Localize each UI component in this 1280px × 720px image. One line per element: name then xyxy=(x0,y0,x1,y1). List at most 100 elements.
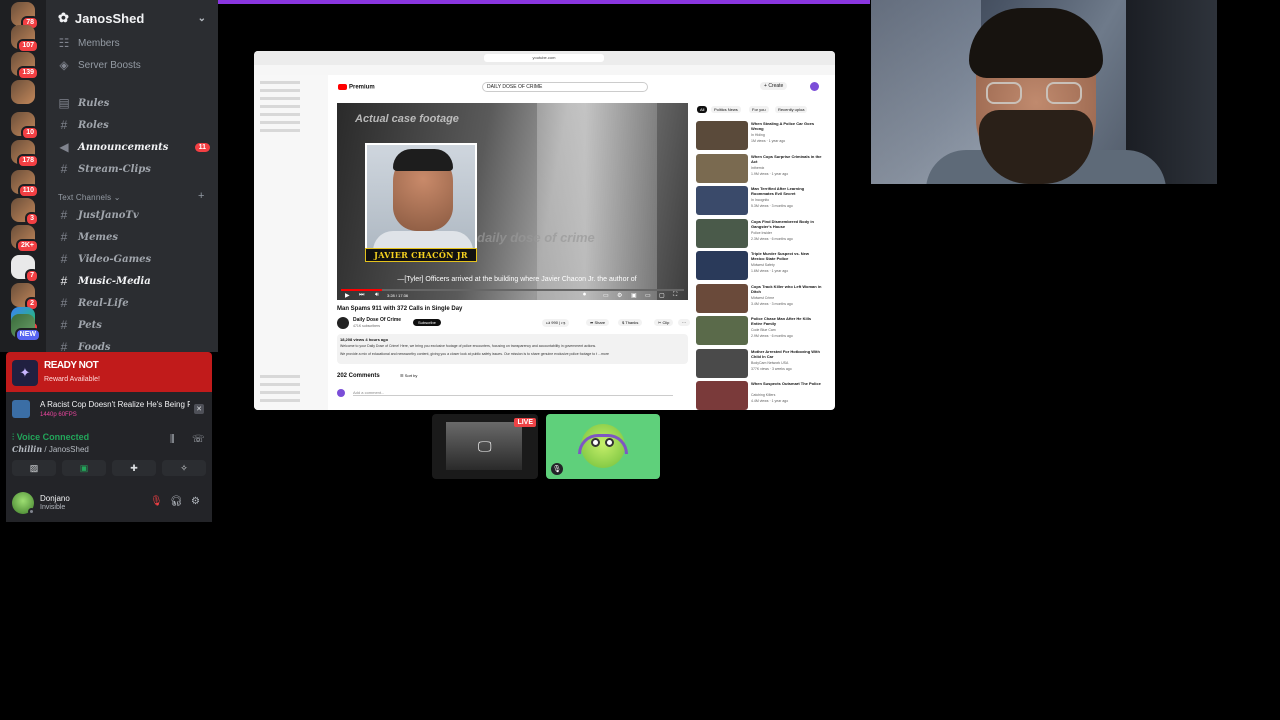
channel-pets[interactable]: # Pets xyxy=(54,315,210,335)
play-icon[interactable]: ▶ xyxy=(345,292,350,299)
youtube-search-input[interactable]: DAILY DOSE OF CRIME xyxy=(482,82,648,92)
recommended-video[interactable]: Cops Track Killer who Left Woman in Ditc… xyxy=(696,283,828,314)
comment-input[interactable]: Add a comment... xyxy=(353,390,673,396)
soundboard-button[interactable]: ✧ xyxy=(162,460,206,476)
server-icon[interactable]: 10 xyxy=(11,112,39,140)
miniplayer-icon[interactable]: ▣ xyxy=(631,292,637,299)
create-button[interactable]: + Create xyxy=(760,82,788,90)
disconnect-icon[interactable]: ☏ xyxy=(192,434,205,445)
camera-off-button[interactable]: ▨ xyxy=(12,460,56,476)
player-controls: ▶ ⏭ 🔊︎ 3:28 / 17:36 ⏺ ▭ ⚙ ▣ ▭ ▢ ⛶ xyxy=(337,289,688,300)
recommended-channel: Inthemix xyxy=(751,165,765,170)
channel-avatar[interactable] xyxy=(337,317,349,329)
video-player[interactable]: Actual case footage daily dose of crime … xyxy=(337,103,688,300)
account-avatar[interactable] xyxy=(810,82,819,91)
server-icon[interactable]: 2 xyxy=(11,283,39,311)
video-time: 3:28 / 17:36 xyxy=(387,293,409,298)
headphones-icon[interactable]: 🎧︎ xyxy=(170,496,183,507)
server-icon[interactable]: 7 xyxy=(11,255,39,283)
description-line: Welcome to your Daily Dose of Crime! Her… xyxy=(340,344,597,348)
create-label: Create xyxy=(768,83,784,89)
server-header[interactable]: ✿ JanosShed ⌄ xyxy=(46,0,218,36)
channel-label: Announcements xyxy=(78,141,169,153)
channel-justjanotv[interactable]: # JustJanoTv xyxy=(54,205,210,225)
server-icon[interactable] xyxy=(11,80,35,104)
channel-real-life[interactable]: # Real-Life xyxy=(54,293,210,313)
server-icon[interactable]: 110 xyxy=(11,170,39,198)
add-comment[interactable]: Add a comment... xyxy=(337,388,688,398)
recommended-video[interactable]: Man Terrified After Learning Roommates E… xyxy=(696,186,828,216)
channel-memes[interactable]: # Memes xyxy=(54,227,210,247)
category-text-channels[interactable]: Text Channels ⌄ xyxy=(58,193,121,202)
sort-by-button[interactable]: ☰ Sort by xyxy=(400,373,417,378)
shared-screen-youtube[interactable]: youtube.com Premium DAILY DOSE OF CRIME … xyxy=(254,51,835,410)
recommended-video[interactable]: When Suspects Outsmart The Police Catchin… xyxy=(696,381,828,410)
add-channel-icon[interactable]: + xyxy=(198,190,204,202)
chip-politics-news[interactable]: Politics News xyxy=(711,106,741,113)
stream-activity[interactable]: A Racist Cop Doesn't Realize He's Being … xyxy=(12,398,206,422)
server-icon[interactable]: 2K+ xyxy=(11,225,39,253)
chip-recently-uploaded[interactable]: Recently uploa xyxy=(775,106,808,113)
chip-all[interactable]: All xyxy=(697,106,708,113)
video-description[interactable]: 18,208 views 4 hours ago Welcome to your… xyxy=(337,334,688,364)
recommended-video[interactable]: Police Chase Man After He Kills Entire F… xyxy=(696,316,828,346)
mute-icon[interactable]: 🎙︎ xyxy=(150,496,163,507)
server-icon[interactable]: 3 xyxy=(11,198,39,226)
activities-button[interactable]: ✚ xyxy=(112,460,156,476)
signal-icon: ⫶ xyxy=(12,432,15,442)
live-stream-tile[interactable]: 🖵︎ LIVE xyxy=(432,414,538,479)
subtitles-icon[interactable]: ▭ xyxy=(603,292,609,299)
channel-music-media[interactable]: # Music-Media xyxy=(54,271,210,291)
more-actions-icon[interactable]: ⋯ xyxy=(678,319,690,326)
settings-icon[interactable]: ⚙ xyxy=(617,292,622,299)
autoplay-icon[interactable]: ⏺ xyxy=(583,292,586,299)
channel-name[interactable]: Daily Dose Of Crime xyxy=(353,317,401,323)
channel-video-games[interactable]: # Video-Games xyxy=(54,249,210,269)
next-icon[interactable]: ⏭ xyxy=(359,292,364,299)
members-item[interactable]: ☷ Members xyxy=(54,33,210,53)
like-button[interactable]: 👍︎ 990 | 👎︎ xyxy=(542,319,570,327)
soundboard-icon: ✧ xyxy=(180,462,188,473)
chip-for-you[interactable]: For you xyxy=(749,106,769,113)
youtube-logo[interactable]: Premium xyxy=(338,84,375,91)
recommended-title: Cops Find Dismembered Body in Gangster's… xyxy=(751,218,814,229)
clip-button[interactable]: ✂ Clip xyxy=(654,319,674,326)
server-icon[interactable]: 78 xyxy=(11,2,39,30)
avatar[interactable] xyxy=(12,492,35,515)
video-background xyxy=(537,103,657,300)
game-reward-banner[interactable]: ✦ READY NOT Reward Available! xyxy=(6,352,212,392)
recommended-video[interactable]: Cops Find Dismembered Body in Gangster's… xyxy=(696,218,828,249)
channel-rules[interactable]: ▤ Rules xyxy=(54,93,210,113)
video-progress-bar[interactable] xyxy=(341,289,684,291)
participant-tile[interactable]: 🎙︎ xyxy=(546,414,660,479)
subscribe-button[interactable]: Subscribe xyxy=(413,319,441,326)
noise-suppression-icon[interactable]: ⫼ xyxy=(170,434,175,445)
voice-connected-status[interactable]: ⫶ Voice Connected xyxy=(12,432,89,443)
server-icon[interactable]: 139 xyxy=(11,52,39,80)
stop-stream-icon[interactable]: ✕ xyxy=(194,404,204,414)
thanks-button[interactable]: $ Thanks xyxy=(618,319,643,326)
server-icon[interactable]: 107 xyxy=(11,25,39,53)
channel-foods[interactable]: # Foods xyxy=(54,337,210,352)
recommended-video[interactable]: Mother Arrested For Hotboxing With Child… xyxy=(696,348,828,379)
channel-stream-clips[interactable]: # Stream-Clips xyxy=(54,159,210,179)
server-icon[interactable]: NEW xyxy=(11,314,41,342)
cast-icon[interactable]: ▢ xyxy=(659,292,665,299)
hash-icon: # xyxy=(60,252,68,266)
fullscreen-icon[interactable]: ⛶ xyxy=(673,292,677,299)
server-boosts-item[interactable]: ◈ Server Boosts xyxy=(54,55,210,75)
recommended-video[interactable]: When Stealing A Police Car Goes Wrong In … xyxy=(696,121,828,151)
screen-share-button[interactable]: ▣ xyxy=(62,460,106,476)
hash-icon: # xyxy=(60,208,68,222)
channel-roles[interactable]: # Roles xyxy=(54,115,210,135)
volume-icon[interactable]: 🔊︎ xyxy=(375,292,379,299)
server-badge: 10 xyxy=(21,126,39,140)
server-boosts-label: Server Boosts xyxy=(78,59,141,71)
gear-icon[interactable]: ⚙ xyxy=(191,496,200,507)
recommended-video[interactable]: When Cops Surprise Criminals in the Act I… xyxy=(696,153,828,184)
theater-icon[interactable]: ▭ xyxy=(645,292,651,299)
recommended-video[interactable]: Triple Murder Suspect vs. New Mexico Sta… xyxy=(696,251,828,281)
share-button[interactable]: ➦ Share xyxy=(586,319,610,326)
channel-announcements[interactable]: ◀ Announcements 11 xyxy=(54,137,210,157)
server-icon[interactable]: 178 xyxy=(11,140,39,168)
